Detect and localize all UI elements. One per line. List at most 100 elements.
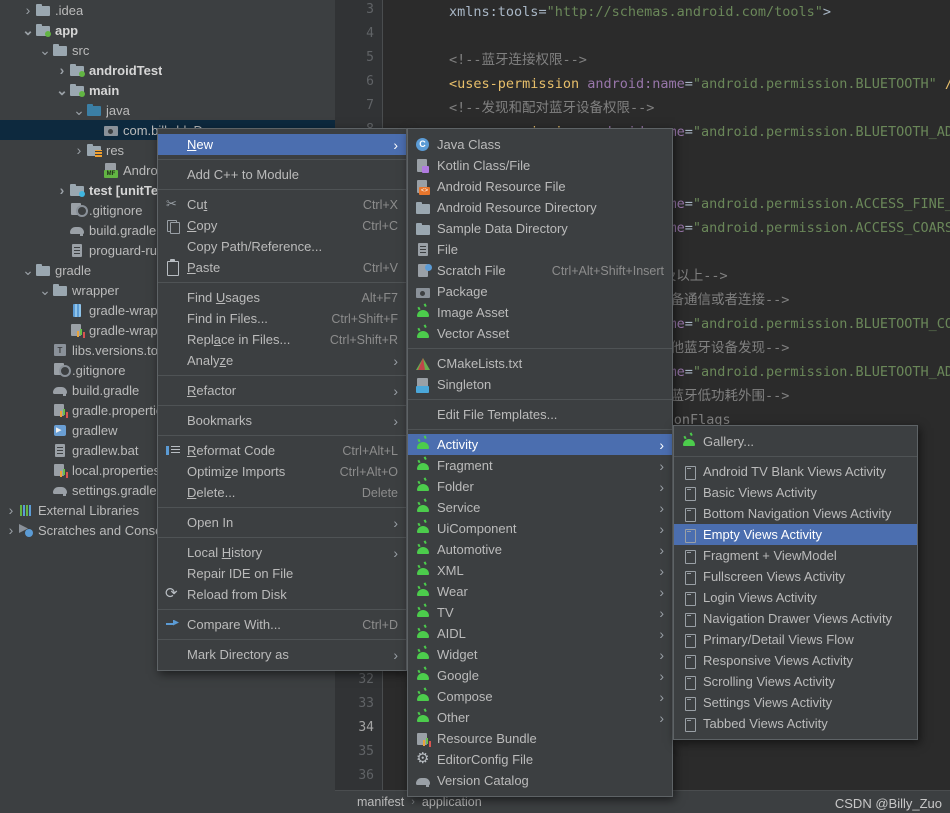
menu-item-java-class[interactable]: Java Class xyxy=(408,134,672,155)
activity-icon xyxy=(680,653,698,669)
breadcrumb-item[interactable]: manifest xyxy=(357,795,404,809)
menu-item-shortcut: Delete xyxy=(361,485,398,500)
menu-item-cut[interactable]: Cut Ctrl+X xyxy=(158,194,406,215)
menu-item-tv[interactable]: TV › xyxy=(408,602,672,623)
android-icon xyxy=(414,689,432,705)
menu-item-responsive-views-activity[interactable]: Responsive Views Activity xyxy=(674,650,917,671)
menu-item-google[interactable]: Google › xyxy=(408,665,672,686)
menu-item-other[interactable]: Other › xyxy=(408,707,672,728)
tree-item[interactable]: ⌄ src xyxy=(0,40,335,60)
chevron-down-icon[interactable]: ⌄ xyxy=(21,23,35,37)
menu-item-login-views-activity[interactable]: Login Views Activity xyxy=(674,587,917,608)
menu-item-optimize-imports[interactable]: Optimize Imports Ctrl+Alt+O xyxy=(158,461,406,482)
chevron-down-icon[interactable]: ⌄ xyxy=(38,43,52,57)
menu-item-version-catalog[interactable]: Version Catalog xyxy=(408,770,672,791)
menu-item-automotive[interactable]: Automotive › xyxy=(408,539,672,560)
chevron-down-icon[interactable]: ⌄ xyxy=(72,103,86,117)
context-menu[interactable]: New › Add C++ to Module Cut Ctrl+X Copy Ctrl+C… xyxy=(157,128,407,671)
menu-item-copy[interactable]: Copy Ctrl+C xyxy=(158,215,406,236)
activity-icon xyxy=(680,548,698,564)
menu-item-delete[interactable]: Delete... Delete xyxy=(158,482,406,503)
menu-item-empty-views-activity[interactable]: Empty Views Activity xyxy=(674,524,917,545)
menu-item-copy-path-reference[interactable]: Copy Path/Reference... xyxy=(158,236,406,257)
menu-item-sample-data-directory[interactable]: Sample Data Directory xyxy=(408,218,672,239)
menu-icon-placeholder xyxy=(164,545,182,561)
menu-item-compose[interactable]: Compose › xyxy=(408,686,672,707)
menu-item-folder[interactable]: Folder › xyxy=(408,476,672,497)
chevron-down-icon[interactable]: ⌄ xyxy=(55,83,69,97)
menu-item-bookmarks[interactable]: Bookmarks › xyxy=(158,410,406,431)
menu-item-new[interactable]: New › xyxy=(158,134,406,155)
chevron-right-icon[interactable]: › xyxy=(4,523,18,537)
menu-item-shortcut: Alt+F7 xyxy=(361,290,398,305)
chevron-down-icon[interactable]: ⌄ xyxy=(38,283,52,297)
menu-item-label: Activity xyxy=(437,437,479,452)
menu-item-android-tv-blank-views-activity[interactable]: Android TV Blank Views Activity xyxy=(674,461,917,482)
tree-item[interactable]: › androidTest xyxy=(0,60,335,80)
menu-item-fullscreen-views-activity[interactable]: Fullscreen Views Activity xyxy=(674,566,917,587)
menu-item-local-history[interactable]: Local History › xyxy=(158,542,406,563)
menu-item-xml[interactable]: XML › xyxy=(408,560,672,581)
menu-item-replace-in-files[interactable]: Replace in Files... Ctrl+Shift+R xyxy=(158,329,406,350)
menu-item-singleton[interactable]: Singleton xyxy=(408,374,672,395)
menu-item-paste[interactable]: Paste Ctrl+V xyxy=(158,257,406,278)
menu-item-mark-directory-as[interactable]: Mark Directory as › xyxy=(158,644,406,665)
activity-icon xyxy=(680,632,698,648)
menu-item-activity[interactable]: Activity › xyxy=(408,434,672,455)
menu-item-reformat-code[interactable]: Reformat Code Ctrl+Alt+L xyxy=(158,440,406,461)
tree-item[interactable]: ⌄ app xyxy=(0,20,335,40)
menu-item-find-usages[interactable]: Find Usages Alt+F7 xyxy=(158,287,406,308)
menu-icon-placeholder xyxy=(164,485,182,501)
menu-item-repair-ide-on-file[interactable]: Repair IDE on File xyxy=(158,563,406,584)
menu-item-add-cpp-to-module[interactable]: Add C++ to Module xyxy=(158,164,406,185)
menu-item-package[interactable]: Package xyxy=(408,281,672,302)
menu-item-find-in-files[interactable]: Find in Files... Ctrl+Shift+F xyxy=(158,308,406,329)
menu-item-analyze[interactable]: Analyze › xyxy=(158,350,406,371)
chevron-right-icon[interactable]: › xyxy=(55,63,69,77)
menu-item-tabbed-views-activity[interactable]: Tabbed Views Activity xyxy=(674,713,917,734)
tree-item[interactable]: ⌄ java xyxy=(0,100,335,120)
menu-item-gallery[interactable]: Gallery... xyxy=(674,431,917,452)
tree-item[interactable]: ⌄ main xyxy=(0,80,335,100)
menu-item-wear[interactable]: Wear › xyxy=(408,581,672,602)
breadcrumb-item[interactable]: application xyxy=(422,795,482,809)
new-submenu[interactable]: Java Class Kotlin Class/File Android Resou… xyxy=(407,128,673,797)
menu-item-editorconfig-file[interactable]: EditorConfig File xyxy=(408,749,672,770)
menu-item-aidl[interactable]: AIDL › xyxy=(408,623,672,644)
menu-item-navigation-drawer-views-activity[interactable]: Navigation Drawer Views Activity xyxy=(674,608,917,629)
tree-item[interactable]: › .idea xyxy=(0,0,335,20)
menu-item-android-resource-directory[interactable]: Android Resource Directory xyxy=(408,197,672,218)
menu-item-fragment[interactable]: Fragment › xyxy=(408,455,672,476)
menu-item-label: Version Catalog xyxy=(437,773,529,788)
menu-item-widget[interactable]: Widget › xyxy=(408,644,672,665)
menu-item-primary-detail-views-flow[interactable]: Primary/Detail Views Flow xyxy=(674,629,917,650)
chevron-right-icon[interactable]: › xyxy=(21,3,35,17)
menu-item-bottom-navigation-views-activity[interactable]: Bottom Navigation Views Activity xyxy=(674,503,917,524)
menu-item-scrolling-views-activity[interactable]: Scrolling Views Activity xyxy=(674,671,917,692)
folder-module-icon xyxy=(69,62,85,78)
activity-submenu[interactable]: Gallery... Android TV Blank Views Activit… xyxy=(673,425,918,740)
menu-item-file[interactable]: File xyxy=(408,239,672,260)
menu-item-kotlin-class-file[interactable]: Kotlin Class/File xyxy=(408,155,672,176)
menu-item-scratch-file[interactable]: Scratch File Ctrl+Alt+Shift+Insert xyxy=(408,260,672,281)
chevron-right-icon[interactable]: › xyxy=(4,503,18,517)
menu-item-service[interactable]: Service › xyxy=(408,497,672,518)
menu-item-settings-views-activity[interactable]: Settings Views Activity xyxy=(674,692,917,713)
menu-item-open-in[interactable]: Open In › xyxy=(158,512,406,533)
activity-icon xyxy=(680,674,698,690)
menu-item-cmakelists-txt[interactable]: CMakeLists.txt xyxy=(408,353,672,374)
chevron-right-icon[interactable]: › xyxy=(72,143,86,157)
menu-item-refactor[interactable]: Refactor › xyxy=(158,380,406,401)
menu-item-fragment-viewmodel[interactable]: Fragment + ViewModel xyxy=(674,545,917,566)
menu-item-basic-views-activity[interactable]: Basic Views Activity xyxy=(674,482,917,503)
menu-item-uicomponent[interactable]: UiComponent › xyxy=(408,518,672,539)
menu-item-image-asset[interactable]: Image Asset xyxy=(408,302,672,323)
chevron-right-icon[interactable]: › xyxy=(55,183,69,197)
menu-item-edit-file-templates[interactable]: Edit File Templates... xyxy=(408,404,672,425)
menu-item-android-resource-file[interactable]: Android Resource File xyxy=(408,176,672,197)
chevron-down-icon[interactable]: ⌄ xyxy=(21,263,35,277)
menu-item-resource-bundle[interactable]: Resource Bundle xyxy=(408,728,672,749)
menu-item-reload-from-disk[interactable]: Reload from Disk xyxy=(158,584,406,605)
menu-item-compare-with[interactable]: Compare With... Ctrl+D xyxy=(158,614,406,635)
menu-item-vector-asset[interactable]: Vector Asset xyxy=(408,323,672,344)
